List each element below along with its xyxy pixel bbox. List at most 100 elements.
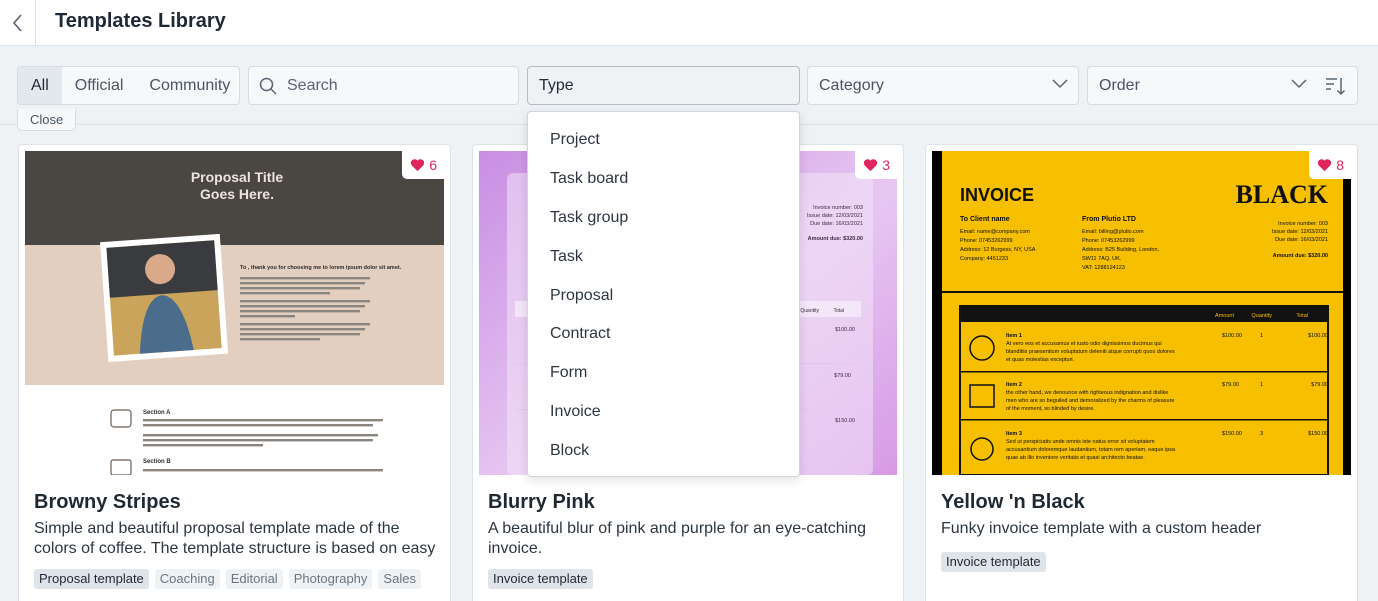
like-badge[interactable]: 6 bbox=[402, 151, 444, 179]
like-count: 6 bbox=[429, 157, 437, 173]
preview-from-phone: Phone: 07453262999 bbox=[1082, 238, 1135, 244]
preview-item-name: Item 1 bbox=[1006, 333, 1022, 339]
like-badge[interactable]: 8 bbox=[1309, 151, 1351, 179]
preview-issue-date: Issue date: 12/03/2021 bbox=[1272, 229, 1328, 235]
preview-heading: INVOICE bbox=[960, 185, 1034, 205]
type-option-task-board[interactable]: Task board bbox=[528, 160, 799, 199]
tag[interactable]: Invoice template bbox=[488, 569, 593, 589]
preview-due-date: Due date: 16/03/2021 bbox=[810, 221, 863, 227]
preview-item-name: Item 3 bbox=[1006, 431, 1022, 437]
chevron-left-icon bbox=[12, 14, 22, 32]
tag-list: Invoice template bbox=[941, 552, 1046, 572]
preview-item-qty: 3 bbox=[1260, 431, 1263, 437]
preview-to-email: Email: name@company.com bbox=[960, 229, 1030, 235]
preview-to-label: To Client name bbox=[960, 216, 1010, 223]
preview-item-desc: men who are so beguiled and demoralized … bbox=[1006, 398, 1174, 404]
template-card[interactable]: Proposal Title Goes Here. To , thank you… bbox=[18, 144, 451, 601]
like-badge[interactable]: 3 bbox=[855, 151, 897, 179]
back-button[interactable] bbox=[0, 0, 36, 46]
tab-all[interactable]: All bbox=[18, 67, 62, 104]
template-preview: Proposal Title Goes Here. To , thank you… bbox=[25, 151, 444, 475]
heart-icon bbox=[1318, 159, 1332, 172]
type-option-block[interactable]: Block bbox=[528, 431, 799, 470]
preview-item-total: $79.00 bbox=[1311, 382, 1328, 388]
tag-list: Proposal template Coaching Editorial Pho… bbox=[34, 569, 421, 589]
preview-to-address: Address: 12 Burgess, NY, USA bbox=[960, 247, 1036, 253]
page-title: Templates Library bbox=[55, 10, 226, 32]
type-option-proposal[interactable]: Proposal bbox=[528, 276, 799, 315]
type-option-project[interactable]: Project bbox=[528, 121, 799, 160]
template-preview: INVOICE BLACK To Client name Email: name… bbox=[932, 151, 1351, 475]
preview-due-date: Due date: 16/03/2021 bbox=[1275, 237, 1328, 243]
template-card[interactable]: INVOICE BLACK To Client name Email: name… bbox=[925, 144, 1358, 601]
card-description: A beautiful blur of pink and purple for … bbox=[488, 520, 867, 557]
header: Templates Library bbox=[0, 0, 1378, 46]
close-filters-button[interactable]: Close bbox=[17, 109, 77, 131]
tag[interactable]: Photography bbox=[288, 569, 373, 589]
source-segmented-control: All Official Community bbox=[17, 66, 240, 105]
preview-value: $79.00 bbox=[834, 373, 851, 379]
tag[interactable]: Sales bbox=[378, 569, 421, 589]
yellow-invoice-preview-image: INVOICE BLACK To Client name Email: name… bbox=[932, 151, 1351, 475]
preview-amount-due: Amount due: $320.00 bbox=[1273, 253, 1328, 259]
search-icon bbox=[259, 77, 277, 95]
type-option-contract[interactable]: Contract bbox=[528, 315, 799, 354]
card-title[interactable]: Yellow 'n Black bbox=[941, 491, 1085, 514]
card-title[interactable]: Browny Stripes bbox=[34, 491, 181, 514]
order-select-label: Order bbox=[1099, 76, 1140, 94]
like-count: 8 bbox=[1336, 157, 1344, 173]
preview-from-address2: SW11 7AQ, UK. bbox=[1082, 256, 1122, 262]
preview-value: $150.00 bbox=[835, 418, 855, 424]
chevron-down-icon bbox=[1291, 79, 1307, 89]
preview-item-amount: $79.00 bbox=[1222, 382, 1239, 388]
tag-list: Invoice template bbox=[488, 569, 593, 589]
order-select[interactable]: Order bbox=[1087, 66, 1358, 105]
preview-from-address: Address: B25 Building, London, bbox=[1082, 247, 1160, 253]
preview-item-desc: blanditiis praesentium voluptatum deleni… bbox=[1006, 349, 1175, 355]
preview-col-quantity: Quantity bbox=[1252, 313, 1273, 319]
tag[interactable]: Editorial bbox=[225, 569, 283, 589]
type-select[interactable]: Type bbox=[527, 66, 800, 105]
search-input[interactable] bbox=[287, 76, 507, 95]
tag[interactable]: Invoice template bbox=[941, 552, 1046, 572]
preview-section-b: Section B bbox=[143, 459, 171, 465]
heart-icon bbox=[411, 159, 425, 172]
preview-item-total: $100.00 bbox=[1308, 333, 1328, 339]
type-option-task-group[interactable]: Task group bbox=[528, 199, 799, 238]
preview-item-desc: the other hand, we denounce with righteo… bbox=[1006, 390, 1168, 396]
search-field[interactable] bbox=[248, 66, 519, 105]
preview-from-vat: VAT: 1288124123 bbox=[1082, 265, 1125, 271]
preview-item-amount: $100.00 bbox=[1222, 333, 1242, 339]
type-option-task[interactable]: Task bbox=[528, 237, 799, 276]
tab-official[interactable]: Official bbox=[62, 67, 137, 104]
preview-item-desc: et quas molestias excepturi. bbox=[1006, 357, 1075, 363]
category-select[interactable]: Category bbox=[807, 66, 1079, 105]
tag[interactable]: Proposal template bbox=[34, 569, 149, 589]
tab-community[interactable]: Community bbox=[136, 67, 243, 104]
preview-value: $100.00 bbox=[835, 327, 855, 333]
preview-item-amount: $150.00 bbox=[1222, 431, 1242, 437]
preview-col-total: Total bbox=[833, 308, 844, 314]
preview-from-email: Email: billing@plutio.com bbox=[1082, 229, 1144, 235]
preview-item-desc: accusantium doloremque laudantium, totam… bbox=[1006, 447, 1176, 453]
preview-amount-due: Amount due: $320.00 bbox=[808, 236, 863, 242]
category-select-label: Category bbox=[819, 76, 884, 94]
tag[interactable]: Coaching bbox=[154, 569, 220, 589]
preview-item-qty: 1 bbox=[1260, 382, 1263, 388]
preview-invoice-number: Invoice number: 003 bbox=[1278, 221, 1328, 227]
preview-invoice-number: Invoice number: 003 bbox=[813, 205, 863, 211]
preview-item-name: Item 2 bbox=[1006, 382, 1022, 388]
heart-icon bbox=[864, 159, 878, 172]
preview-col-quantity: Quantity bbox=[800, 308, 819, 314]
preview-section-a: Section A bbox=[143, 410, 171, 416]
card-title[interactable]: Blurry Pink bbox=[488, 491, 595, 514]
sort-direction-icon[interactable] bbox=[1325, 76, 1345, 96]
preview-intro: To , thank you for choosing me to lorem … bbox=[240, 265, 402, 271]
preview-brand: BLACK bbox=[1236, 180, 1329, 209]
preview-to-company: Company: 4451233 bbox=[960, 256, 1008, 262]
type-option-invoice[interactable]: Invoice bbox=[528, 393, 799, 432]
preview-item-qty: 1 bbox=[1260, 333, 1263, 339]
type-option-form[interactable]: Form bbox=[528, 354, 799, 393]
chevron-down-icon bbox=[1052, 79, 1068, 89]
proposal-preview-image: Proposal Title Goes Here. To , thank you… bbox=[25, 151, 444, 475]
